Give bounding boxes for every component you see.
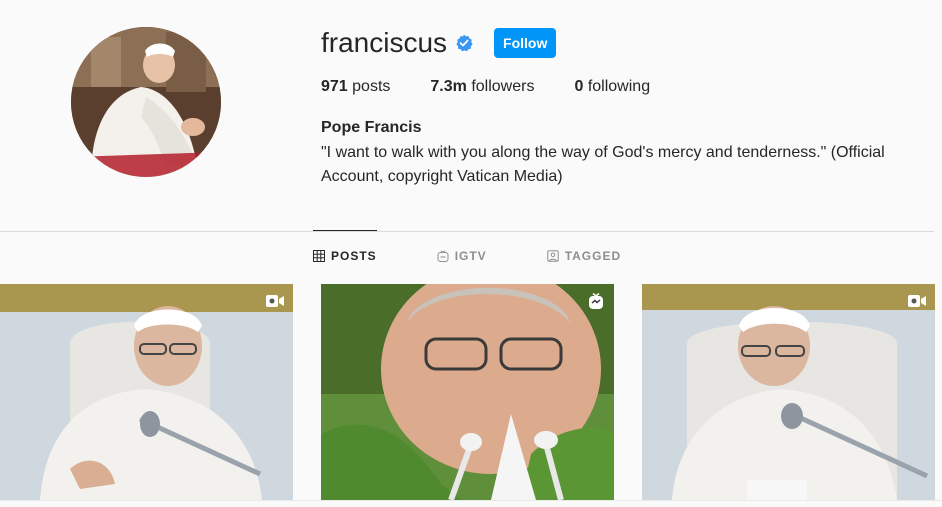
followers-count: 7.3m	[430, 78, 467, 95]
profile-tabs: POSTS IGTV TAGGED	[313, 249, 681, 263]
follow-button[interactable]: Follow	[494, 28, 557, 58]
tab-posts[interactable]: POSTS	[313, 249, 377, 263]
profile-page: franciscus Follow 971 posts 7.3m followe…	[0, 0, 942, 507]
avatar-image	[71, 27, 221, 177]
igtv-icon	[586, 292, 606, 310]
following-count: 0	[574, 78, 584, 95]
posts-label: posts	[352, 78, 391, 95]
post-image	[321, 284, 614, 500]
profile-title-row: franciscus Follow	[321, 26, 557, 60]
active-tab-indicator	[313, 230, 377, 231]
verified-badge-icon	[455, 34, 473, 52]
tab-igtv-label: IGTV	[454, 249, 487, 263]
profile-avatar[interactable]	[71, 27, 221, 177]
profile-full-name: Pope Francis	[321, 119, 422, 136]
followers-stat[interactable]: 7.3m followers	[430, 77, 534, 97]
video-icon	[907, 292, 927, 310]
profile-stats: 971 posts 7.3m followers 0 following	[321, 77, 690, 97]
grid-icon	[313, 250, 325, 262]
posts-count-stat: 971 posts	[321, 77, 390, 97]
profile-username: franciscus	[321, 27, 448, 58]
following-stat[interactable]: 0 following	[574, 77, 650, 97]
igtv-icon	[437, 250, 449, 262]
post-tile[interactable]	[642, 284, 935, 500]
post-image	[0, 284, 293, 500]
tab-tagged-label: TAGGED	[564, 249, 622, 263]
post-tile[interactable]	[321, 284, 614, 500]
post-image	[642, 284, 935, 500]
profile-bio: "I want to walk with you along the way o…	[321, 144, 885, 185]
followers-label: followers	[471, 78, 535, 95]
following-label: following	[587, 78, 651, 95]
video-icon	[265, 292, 285, 310]
tagged-icon	[547, 250, 559, 262]
tab-divider	[0, 231, 934, 232]
post-tile[interactable]	[0, 284, 293, 500]
grid-bottom-edge	[0, 500, 942, 507]
tab-igtv[interactable]: IGTV	[437, 249, 487, 263]
posts-count: 971	[321, 78, 348, 95]
tab-posts-label: POSTS	[331, 249, 377, 263]
tab-tagged[interactable]: TAGGED	[547, 249, 621, 263]
